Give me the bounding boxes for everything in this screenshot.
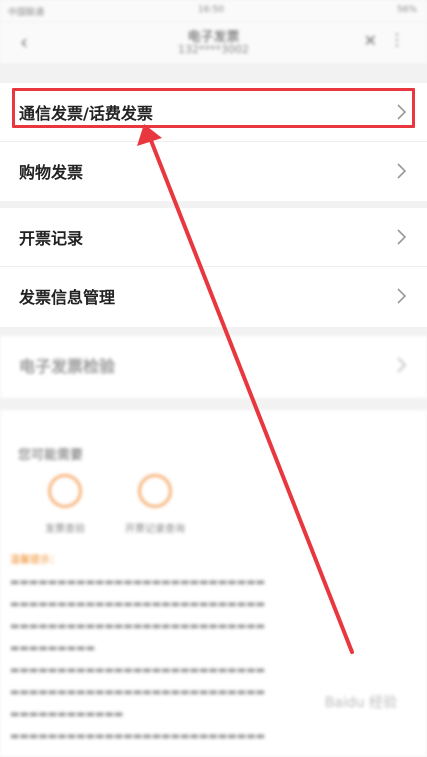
shortcut-label: 开票记录查询 (125, 524, 185, 535)
menu-item-label: 开票记录 (19, 229, 84, 248)
battery-label: 56% (396, 5, 417, 15)
tip-line: ▬▬▬▬▬▬▬▬▬▬▬▬▬▬▬▬▬▬▬▬▬▬▬▬▬▬▬ (10, 599, 266, 610)
menu-group-2: 开票记录 发票信息管理 (0, 208, 427, 327)
menu-item-label: 发票信息管理 (19, 288, 116, 307)
menu-item-invoice-info-management[interactable]: 发票信息管理 (0, 267, 427, 326)
menu-item-shopping-invoice[interactable]: 购物发票 (0, 142, 427, 201)
menu-group-3: 电子发票检验 (0, 336, 427, 398)
shortcut-label: 发票查验 (45, 524, 85, 535)
chevron-right-icon (397, 357, 407, 373)
section-heading: 您可能需要 (18, 448, 84, 463)
watermark: Baidu 经验 (324, 695, 397, 711)
menu-item-invoice-verification[interactable]: 电子发票检验 (0, 336, 427, 395)
chevron-right-icon (397, 288, 407, 304)
plus-circle-icon (138, 474, 172, 508)
tip-line: ▬▬▬▬▬▬▬▬▬ (10, 643, 96, 654)
annotation-highlight-box (12, 88, 415, 128)
chevron-right-icon (397, 163, 407, 179)
menu-item-invoice-records[interactable]: 开票记录 (0, 208, 427, 267)
tip-line: ▬▬▬▬▬▬▬▬▬▬▬▬▬▬▬▬▬▬▬▬▬▬▬▬▬▬▬ (10, 687, 266, 698)
tip-line: ▬▬▬▬▬▬▬▬▬▬▬▬▬▬▬▬▬▬▬▬▬▬▬▬▬▬▬ (10, 577, 266, 588)
tip-title: 温馨提示： (10, 555, 60, 566)
clock-label: 16:50 (198, 5, 224, 15)
refresh-icon (48, 474, 82, 508)
tip-line: ▬▬▬▬▬▬▬▬▬▬▬▬▬▬▬▬▬▬▬▬▬▬▬▬▬▬▬ (10, 731, 266, 742)
top-navigation-bar: ‹ 电子发票 132****3002 ✕ ⋮ (0, 22, 427, 65)
status-bar: 中国联通 16:50 56% (0, 0, 427, 22)
close-icon[interactable]: ✕ (364, 31, 377, 50)
tip-line: ▬▬▬▬▬▬▬▬▬▬▬▬ (10, 709, 124, 720)
more-icon[interactable]: ⋮ (389, 30, 405, 49)
menu-item-label: 购物发票 (19, 163, 84, 182)
shortcut-record-query[interactable]: 开票记录查询 (110, 474, 200, 535)
tip-line: ▬▬▬▬▬▬▬▬▬▬▬▬▬▬▬▬▬▬▬▬▬▬▬▬▬▬▬ (10, 621, 266, 632)
tips-text: 温馨提示： ▬▬▬▬▬▬▬▬▬▬▬▬▬▬▬▬▬▬▬▬▬▬▬▬▬▬▬ ▬▬▬▬▬▬… (10, 550, 410, 748)
carrier-label: 中国联通 (8, 8, 45, 18)
chevron-right-icon (397, 229, 407, 245)
menu-item-label: 电子发票检验 (19, 357, 116, 376)
recommendation-section: 您可能需要 发票查验 开票记录查询 温馨提示： ▬▬▬▬▬▬▬▬▬▬▬▬▬▬▬▬… (0, 410, 427, 757)
shortcut-invoice-check[interactable]: 发票查验 (20, 474, 110, 535)
tip-line: ▬▬▬▬▬▬▬▬▬▬▬▬▬▬▬▬▬▬▬▬▬▬▬▬▬▬▬ (10, 665, 266, 676)
